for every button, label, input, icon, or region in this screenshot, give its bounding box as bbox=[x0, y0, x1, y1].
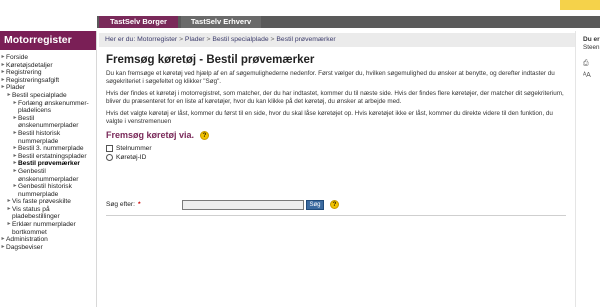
breadcrumb-item[interactable]: Plader bbox=[185, 36, 205, 43]
breadcrumb: Her er du: Motorregister > Plader > Best… bbox=[99, 33, 575, 47]
breadcrumb-prefix: Her er du: bbox=[105, 36, 136, 43]
option-label: Stelnummer bbox=[116, 145, 152, 152]
sidebar-item[interactable]: ▸ Bestil specialplade bbox=[0, 92, 96, 100]
bullet-icon: ▸ bbox=[7, 198, 11, 205]
right-panel-header: Du er bbox=[583, 36, 600, 43]
right-panel: Du er Steen ⎙ ᴬA bbox=[575, 31, 600, 307]
koeretoej-id-radio[interactable] bbox=[106, 154, 113, 161]
bullet-icon: ▸ bbox=[1, 84, 5, 91]
sidebar-item-label: Forlæng ønskenummer-pladelicens bbox=[18, 99, 89, 115]
search-button[interactable]: Søg bbox=[306, 200, 324, 210]
bullet-icon: ▸ bbox=[1, 243, 5, 250]
sidebar-item-label: Bestil ønskenummerplader bbox=[18, 114, 79, 130]
sidebar-item-label: Dagsbeviser bbox=[6, 243, 43, 251]
sidebar-item[interactable]: ▸ Vis faste prøveskilte bbox=[0, 198, 96, 206]
search-label: Søg efter: * bbox=[106, 201, 141, 208]
tab-bar bbox=[0, 16, 600, 28]
sidebar-item-label: Køretøjsdetaljer bbox=[6, 61, 53, 69]
sidebar-title: Motorregister bbox=[0, 31, 96, 50]
bullet-icon: ▸ bbox=[7, 221, 11, 228]
sidebar-item[interactable]: ▸ Genbestil historisk nummerplade bbox=[0, 183, 96, 198]
sidebar-item-label: Registreringsafgift bbox=[6, 76, 60, 84]
option-koeretoej-id[interactable]: Køretøj-ID bbox=[106, 153, 569, 162]
sidebar-item-label: Vis faste prøveskilte bbox=[12, 198, 71, 206]
sidebar-item-label: Plader bbox=[6, 84, 26, 92]
bullet-icon: ▸ bbox=[7, 91, 11, 98]
breadcrumb-item[interactable]: Motorregister bbox=[137, 36, 177, 43]
search-section-title: Fremsøg køretøj via. ? bbox=[106, 130, 569, 141]
main-content: Fremsøg køretøj - Bestil prøvemærker Du … bbox=[106, 53, 569, 216]
sidebar-item-label: Vis status på pladebestillinger bbox=[12, 205, 60, 221]
sidebar-nav: ▸ Forside ▸ Køretøjsdetaljer ▸ Registrering ▸ R… bbox=[0, 50, 96, 251]
stelnummer-checkbox[interactable] bbox=[106, 145, 113, 152]
sidebar-item[interactable]: ▸ Erklær nummerplader bortkommet bbox=[0, 221, 96, 236]
print-icon[interactable]: ⎙ bbox=[576, 58, 600, 70]
bullet-icon: ▸ bbox=[1, 54, 5, 60]
locked-paragraph: Hvis det valgte køretøj er låst, kommer … bbox=[106, 110, 553, 125]
breadcrumb-item[interactable]: Bestil specialplade bbox=[212, 36, 268, 43]
option-label: Køretøj-ID bbox=[116, 154, 147, 161]
sidebar-item-label: Genbestil ønskenummerplader bbox=[18, 167, 79, 183]
sidebar-item[interactable]: ▸ Bestil erstatningsplader bbox=[0, 153, 96, 161]
top-strip bbox=[0, 0, 600, 16]
sidebar: Motorregister ▸ Forside ▸ Køretøjsdetaljer ▸… bbox=[0, 31, 97, 307]
bullet-icon: ▸ bbox=[13, 183, 17, 190]
sidebar-item[interactable]: ▸ Registrering bbox=[0, 69, 96, 77]
help-icon[interactable]: ? bbox=[200, 131, 210, 140]
bullet-icon: ▸ bbox=[1, 236, 5, 243]
bullet-icon: ▸ bbox=[7, 205, 11, 212]
sidebar-item-label: Registrering bbox=[6, 69, 42, 77]
search-input[interactable] bbox=[182, 200, 304, 210]
sidebar-item-label: Forside bbox=[6, 54, 28, 61]
search-section-label: Fremsøg køretøj via. bbox=[106, 130, 195, 140]
help-icon[interactable]: ? bbox=[330, 200, 339, 209]
sidebar-item[interactable]: ▸ Administration bbox=[0, 236, 96, 244]
sidebar-item[interactable]: ▸ Køretøjsdetaljer bbox=[0, 62, 96, 70]
sidebar-item-label: Genbestil historisk nummerplade bbox=[18, 183, 72, 198]
bullet-icon: ▸ bbox=[13, 114, 17, 121]
right-panel-user: Steen bbox=[583, 44, 600, 51]
tab-tastselv-erhverv[interactable]: TastSelv Erhverv bbox=[181, 16, 261, 28]
sidebar-item-label: Administration bbox=[6, 236, 48, 244]
sidebar-item[interactable]: ▸ Registreringsafgift bbox=[0, 77, 96, 85]
sidebar-item[interactable]: ▸ Forlæng ønskenummer-pladelicens bbox=[0, 100, 96, 115]
text-size-icon[interactable]: ᴬA bbox=[576, 70, 600, 82]
sidebar-item[interactable]: ▸ Vis status på pladebestillinger bbox=[0, 206, 96, 221]
sidebar-item-label: Bestil specialplade bbox=[12, 91, 67, 99]
bullet-icon: ▸ bbox=[13, 167, 17, 174]
sidebar-item-label: Erklær nummerplader bortkommet bbox=[12, 221, 76, 236]
sidebar-item[interactable]: ▸ Genbestil ønskenummerplader bbox=[0, 168, 96, 183]
breadcrumb-item: Bestil prøvemærker bbox=[276, 36, 336, 43]
bullet-icon: ▸ bbox=[13, 160, 17, 167]
sidebar-item-label: Bestil erstatningsplader bbox=[18, 152, 87, 160]
sidebar-item[interactable]: ▸ Bestil prøvemærker bbox=[0, 160, 96, 168]
brand-accent bbox=[560, 0, 600, 10]
bullet-icon: ▸ bbox=[13, 99, 17, 106]
sidebar-item[interactable]: ▸ Bestil 3. nummerplade bbox=[0, 145, 96, 153]
page-title: Fremsøg køretøj - Bestil prøvemærker bbox=[106, 54, 315, 66]
search-row: Søg efter: * Søg ? bbox=[106, 200, 566, 212]
bullet-icon: ▸ bbox=[1, 69, 5, 76]
intro-paragraph: Du kan fremsøge et køretøj ved hjælp af … bbox=[106, 70, 555, 85]
sidebar-item[interactable]: ▸ Dagsbeviser bbox=[0, 244, 96, 252]
sidebar-item-label: Bestil historisk nummerplade bbox=[18, 129, 61, 145]
sidebar-item-label: Bestil prøvemærker bbox=[18, 160, 80, 168]
option-stelnummer[interactable]: Stelnummer bbox=[106, 144, 569, 153]
sidebar-item[interactable]: ▸ Plader bbox=[0, 84, 96, 92]
bullet-icon: ▸ bbox=[13, 145, 17, 152]
bullet-icon: ▸ bbox=[1, 76, 5, 83]
sidebar-item[interactable]: ▸ Forside bbox=[0, 54, 96, 62]
bullet-icon: ▸ bbox=[13, 129, 17, 136]
match-paragraph: Hvis der findes et køretøj i motorregist… bbox=[106, 90, 564, 105]
sidebar-item[interactable]: ▸ Bestil ønskenummerplader bbox=[0, 115, 96, 130]
divider bbox=[106, 215, 566, 216]
bullet-icon: ▸ bbox=[13, 152, 17, 159]
sidebar-item-label: Bestil 3. nummerplade bbox=[18, 145, 84, 153]
bullet-icon: ▸ bbox=[1, 61, 5, 68]
tab-tastselv-borger[interactable]: TastSelv Borger bbox=[99, 16, 178, 28]
sidebar-item[interactable]: ▸ Bestil historisk nummerplade bbox=[0, 130, 96, 145]
